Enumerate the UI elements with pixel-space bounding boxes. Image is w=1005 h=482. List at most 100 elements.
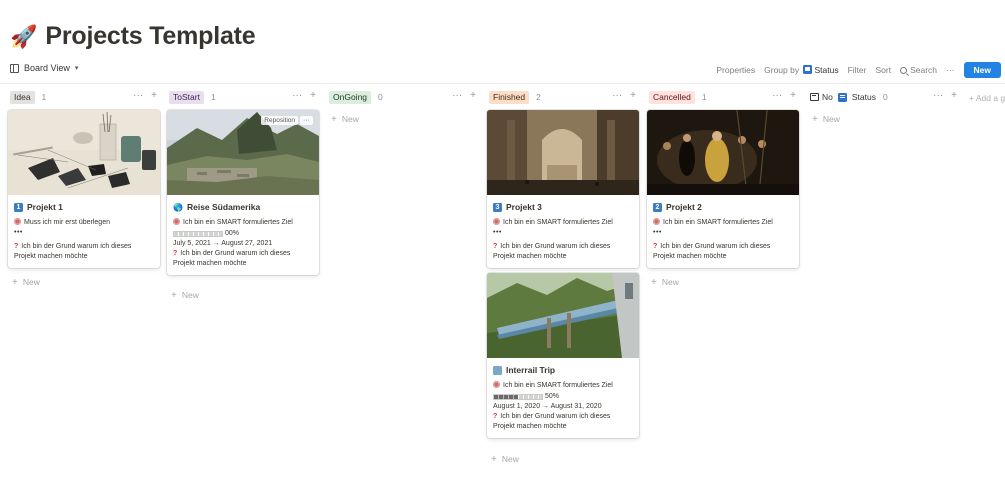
progress-text: 50% — [545, 393, 560, 400]
card-goal: Ich bin ein SMART formuliertes Ziel — [493, 218, 633, 228]
column-more-icon[interactable]: ··· — [133, 90, 143, 102]
column-count: 1 — [701, 92, 707, 102]
card-reason: ? Ich bin der Grund warum ich dieses Proj… — [653, 243, 771, 260]
column-header: ToStart 1 ··· + — [167, 89, 319, 105]
card-cover-image — [487, 110, 639, 195]
column-add-icon[interactable]: + — [151, 90, 157, 102]
search-button[interactable]: Search — [900, 65, 937, 75]
status-tag[interactable]: OnGoing — [329, 90, 372, 104]
globe-icon: 🌎 — [173, 202, 183, 212]
train-icon — [493, 365, 502, 375]
status-tag[interactable]: Cancelled — [649, 90, 695, 104]
card-goal: Ich bin ein SMART formuliertes Ziel — [493, 381, 633, 391]
page-header: 🚀 Projects Template — [10, 22, 256, 51]
card-title: Projekt 2 — [666, 202, 702, 212]
card-cover-image — [487, 273, 639, 358]
column-count: 2 — [536, 92, 541, 102]
add-card-button[interactable]: + New — [491, 454, 519, 465]
column-more-icon[interactable]: ··· — [452, 90, 462, 102]
column-add-icon[interactable]: + — [310, 90, 316, 102]
card-goal: Ich bin ein SMART formuliertes Ziel — [173, 218, 313, 228]
column-no-status: No Status 0 ··· + + New — [808, 89, 960, 125]
column-add-icon[interactable]: + — [951, 90, 957, 102]
card-reason: ? Ich bin der Grund warum ich dieses Proj… — [14, 243, 132, 260]
status-tag[interactable]: Finished — [489, 90, 530, 104]
properties-button[interactable]: Properties — [716, 65, 755, 75]
reposition-button[interactable]: Reposition — [261, 116, 298, 125]
add-card-button[interactable]: + New — [171, 290, 199, 301]
chevron-down-icon: ▾ — [74, 65, 79, 72]
progress-bar — [493, 393, 543, 400]
group-by-value: Status — [814, 65, 839, 75]
column-count: 1 — [210, 92, 216, 102]
question-icon: ? — [493, 413, 498, 420]
card-reason: ? Ich bin der Grund warum ich dieses Proj… — [493, 243, 611, 260]
card-progress-empty: ••• — [14, 229, 23, 236]
card-progress-empty: ••• — [653, 229, 662, 236]
view-switcher[interactable]: Board View ▾ — [10, 63, 78, 73]
column-add-icon[interactable]: + — [630, 90, 636, 102]
sort-button[interactable]: Sort — [875, 65, 891, 75]
card-goal: Muss ich mir erst überlegen — [14, 218, 154, 228]
column-header: Finished 2 ··· + — [487, 89, 639, 105]
view-label: Board View — [24, 63, 70, 73]
add-card-button[interactable]: + New — [651, 277, 679, 288]
card-interrail-trip[interactable]: Interrail Trip Ich bin ein SMART formuli… — [487, 273, 639, 438]
no-status-label[interactable]: No Status — [810, 92, 876, 102]
status-tag[interactable]: Idea — [10, 90, 35, 104]
card-title: Projekt 3 — [506, 202, 542, 212]
status-property-icon — [837, 92, 847, 102]
progress-text: 00% — [225, 230, 240, 237]
target-icon — [173, 218, 180, 225]
card-cover-image — [647, 110, 799, 195]
question-icon: ? — [493, 243, 498, 250]
column-header: Idea 1 ··· + — [8, 89, 160, 105]
page-title[interactable]: Projects Template — [45, 22, 255, 51]
column-more-icon[interactable]: ··· — [933, 90, 943, 102]
filter-button[interactable]: Filter — [848, 65, 867, 75]
add-card-button[interactable]: + New — [812, 114, 840, 125]
column-cancelled: Cancelled 1 ··· + 2 Projekt 2 Ich bin ei… — [647, 89, 799, 288]
target-icon — [493, 381, 500, 388]
column-add-icon[interactable]: + — [790, 90, 796, 102]
add-card-button[interactable]: + New — [331, 114, 359, 125]
column-more-icon[interactable]: ··· — [612, 90, 622, 102]
card-cover-image — [8, 110, 160, 195]
search-label: Search — [910, 65, 938, 75]
card-reise-suedamerika[interactable]: Reposition ··· 🌎 Reise Südamerika Ich bin… — [167, 110, 319, 275]
column-more-icon[interactable]: ··· — [292, 90, 302, 102]
column-header: No Status 0 ··· + — [808, 89, 960, 105]
column-idea: Idea 1 ··· + 1 Projekt 1 Muss ich mir er… — [8, 89, 160, 288]
column-add-icon[interactable]: + — [470, 90, 476, 102]
board-view-icon — [10, 63, 19, 73]
more-options-button[interactable]: ··· — [946, 65, 955, 75]
target-icon — [14, 218, 21, 225]
add-group-button[interactable]: + Add a gr — [969, 93, 1005, 103]
column-header: OnGoing 0 ··· + — [327, 89, 479, 105]
view-toolbar: Board View ▾ Properties Group by Status … — [0, 60, 1005, 82]
new-button[interactable]: New — [963, 62, 1001, 78]
add-card-button[interactable]: + New — [12, 277, 40, 288]
card-title: Projekt 1 — [27, 202, 63, 212]
group-by-button[interactable]: Group by Status — [764, 65, 839, 75]
target-icon — [493, 218, 500, 225]
column-ongoing: OnGoing 0 ··· + + New — [327, 89, 479, 125]
column-more-icon[interactable]: ··· — [772, 90, 782, 102]
status-tag[interactable]: ToStart — [169, 90, 204, 104]
progress-bar — [173, 230, 223, 237]
question-icon: ? — [653, 243, 658, 250]
card-progress-empty: ••• — [493, 229, 502, 236]
column-count: 0 — [378, 92, 383, 102]
question-icon: ? — [173, 250, 178, 257]
card-projekt-3[interactable]: 3 Projekt 3 Ich bin ein SMART formulierte… — [487, 110, 639, 268]
group-by-label: Group by — [764, 65, 800, 75]
column-count: 0 — [882, 92, 888, 102]
column-header: Cancelled 1 ··· + — [647, 89, 799, 105]
card-projekt-2[interactable]: 2 Projekt 2 Ich bin ein SMART formulierte… — [647, 110, 799, 268]
card-projekt-1[interactable]: 1 Projekt 1 Muss ich mir erst überlegen •… — [8, 110, 160, 268]
board: Idea 1 ··· + 1 Projekt 1 Muss ich mir er… — [0, 89, 1005, 482]
rocket-icon: 🚀 — [10, 23, 38, 49]
number-1-icon: 1 — [14, 202, 23, 212]
card-more-button[interactable]: ··· — [300, 116, 313, 125]
status-property-icon — [803, 65, 813, 74]
